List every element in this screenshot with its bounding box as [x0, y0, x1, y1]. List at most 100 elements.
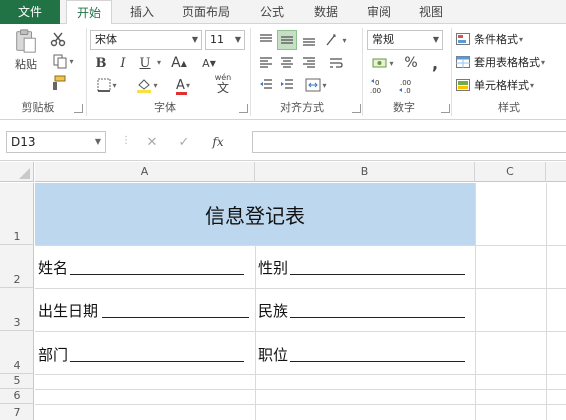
field-label-birthdate: 出生日期 — [38, 302, 99, 320]
align-left-button[interactable] — [256, 54, 276, 72]
insert-function-icon[interactable]: fx — [201, 135, 235, 149]
copy-button[interactable]: ▾ — [48, 52, 78, 70]
chevron-down-icon: ▾ — [185, 80, 190, 90]
number-format-value: 常规 — [372, 33, 394, 46]
row-number: 7 — [13, 406, 21, 419]
conditional-formatting-icon — [456, 33, 470, 45]
cut-button[interactable] — [48, 30, 68, 48]
font-grow-icon: A — [171, 55, 181, 71]
alignment-launcher-icon[interactable] — [352, 104, 361, 113]
name-box[interactable]: D13 ▼ — [6, 131, 106, 153]
column-header-c[interactable]: C — [475, 162, 546, 182]
gridline — [35, 374, 566, 375]
column-header-d[interactable] — [546, 162, 566, 182]
align-top-icon — [260, 34, 272, 42]
align-center-button[interactable] — [277, 54, 297, 72]
comma-style-button[interactable]: , — [426, 54, 444, 73]
font-size-dropdown[interactable]: 11 ▼ — [205, 30, 245, 50]
row-header-6[interactable]: 6 — [0, 389, 34, 404]
row-header-3[interactable]: 3 — [0, 288, 34, 331]
tab-home[interactable]: 开始 — [66, 0, 112, 25]
tab-formulas[interactable]: 公式 — [250, 0, 294, 24]
merge-center-button[interactable]: ▾ — [300, 76, 332, 94]
tab-file[interactable]: 文件 — [0, 0, 60, 24]
border-button[interactable]: ▾ — [92, 76, 122, 94]
conditional-formatting-button[interactable]: 条件格式 ▾ — [456, 30, 523, 48]
tab-page-layout[interactable]: 页面布局 — [174, 0, 238, 24]
row-header-2[interactable]: 2 — [0, 245, 34, 288]
row-header-5[interactable]: 5 — [0, 374, 34, 389]
italic-button[interactable]: I — [114, 54, 132, 72]
tab-insert[interactable]: 插入 — [122, 0, 162, 24]
increase-decimal-button[interactable]: 0.00 — [368, 76, 390, 96]
row-header-7[interactable]: 7 — [0, 404, 34, 420]
row-header-4[interactable]: 4 — [0, 331, 34, 374]
percent-button[interactable]: % — [402, 54, 420, 72]
fill-color-button[interactable]: ▾ — [130, 76, 164, 94]
number-launcher-icon[interactable] — [441, 104, 450, 113]
row-header-1[interactable]: 1 — [0, 183, 34, 245]
align-top-button[interactable] — [256, 30, 276, 50]
text-orientation-button[interactable]: ▾ — [322, 30, 350, 50]
font-launcher-icon[interactable] — [239, 104, 248, 113]
conditional-formatting-label: 条件格式 — [474, 33, 518, 46]
row-number: 2 — [13, 273, 21, 286]
font-color-icon: A — [176, 77, 185, 93]
bold-button[interactable]: B — [92, 54, 110, 72]
number-format-dropdown[interactable]: 常规 ▼ — [367, 30, 443, 50]
select-all-corner[interactable] — [0, 162, 34, 182]
styles-group-label: 样式 — [498, 101, 520, 114]
align-middle-button[interactable] — [277, 30, 297, 50]
phonetic-button[interactable]: wén 文 — [206, 72, 240, 96]
group-divider — [362, 28, 363, 116]
align-right-button[interactable] — [299, 54, 319, 72]
fill-in-line — [102, 317, 249, 318]
font-group-label: 字体 — [154, 101, 176, 114]
clipboard-launcher-icon[interactable] — [74, 104, 83, 113]
underline-button[interactable]: U — [136, 54, 154, 72]
chevron-down-icon: ▾ — [519, 34, 524, 44]
font-color-swatch — [176, 91, 188, 95]
column-header-b[interactable]: B — [255, 162, 475, 182]
align-left-icon — [260, 57, 272, 68]
column-header-a[interactable]: A — [35, 162, 255, 182]
gridline — [35, 331, 566, 332]
decrease-indent-button[interactable] — [256, 76, 276, 94]
increase-indent-button[interactable] — [277, 76, 297, 94]
wrap-text-button[interactable] — [326, 54, 346, 72]
cancel-icon[interactable]: ✕ — [137, 135, 167, 150]
tab-review[interactable]: 审阅 — [357, 0, 401, 24]
worksheet-grid[interactable]: A B C 1 2 3 4 5 6 7 信息登记表 姓名 性别 出生日期 民族 … — [0, 162, 566, 420]
font-grow-button[interactable]: A ▲ — [166, 54, 192, 72]
align-middle-icon — [281, 36, 293, 44]
title-cell[interactable]: 信息登记表 — [35, 183, 475, 245]
format-as-table-button[interactable]: 套用表格格式 ▾ — [456, 53, 545, 71]
name-box-value: D13 — [11, 135, 36, 149]
accounting-format-button[interactable]: ▾ — [368, 54, 398, 72]
formula-input[interactable] — [252, 131, 566, 153]
format-painter-button[interactable] — [48, 74, 68, 92]
chevron-down-icon[interactable]: ▾ — [157, 58, 161, 67]
align-bottom-button[interactable] — [299, 30, 319, 50]
chevron-down-icon: ▾ — [153, 80, 158, 90]
drag-handle-icon[interactable]: ⋮ — [121, 135, 131, 146]
fill-in-line — [290, 361, 465, 362]
decrease-decimal-button[interactable]: .00.0 — [396, 76, 418, 96]
ribbon: 粘贴 ▾ 剪贴板 宋体 ▼ 11 ▼ B I U ▾ A ▲ A ▼ ▾ ▾ A… — [0, 24, 566, 120]
font-name-value: 宋体 — [95, 33, 117, 46]
svg-text:0: 0 — [375, 79, 379, 87]
select-all-triangle-icon — [19, 168, 30, 179]
border-icon — [97, 78, 111, 92]
paste-button[interactable]: 粘贴 — [8, 28, 44, 72]
font-shrink-button[interactable]: A ▼ — [196, 54, 222, 72]
cell-styles-button[interactable]: 单元格样式 ▾ — [456, 76, 534, 94]
fill-in-line — [70, 361, 244, 362]
confirm-icon[interactable]: ✓ — [167, 135, 201, 150]
font-color-button[interactable]: A ▾ — [168, 76, 198, 95]
paint-bucket-icon — [137, 79, 152, 93]
tab-data[interactable]: 数据 — [304, 0, 348, 24]
alignment-group-label: 对齐方式 — [280, 101, 324, 114]
tab-view[interactable]: 视图 — [409, 0, 453, 24]
font-name-dropdown[interactable]: 宋体 ▼ — [90, 30, 202, 50]
increase-decimal-icon: 0.00 — [370, 79, 381, 95]
